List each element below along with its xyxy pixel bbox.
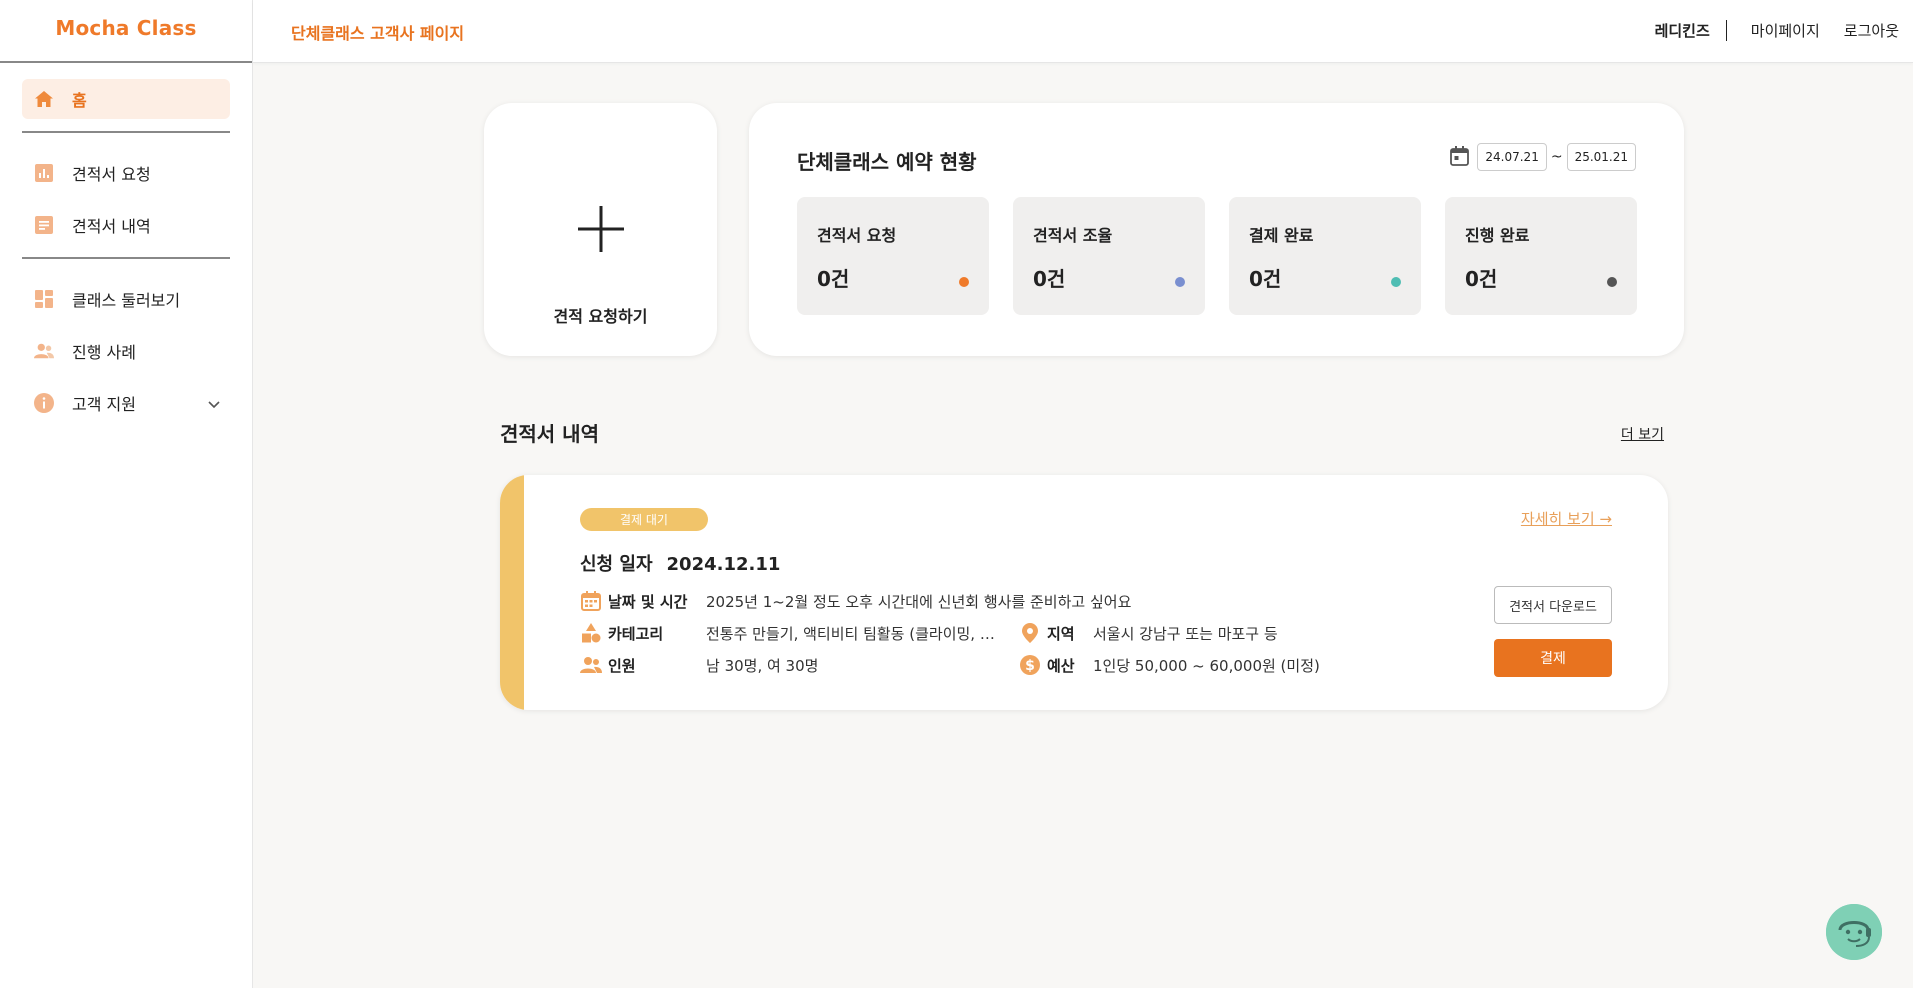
status-dot <box>1391 277 1401 287</box>
dollar-icon: $ <box>1019 654 1041 676</box>
svg-text:$: $ <box>1025 658 1035 674</box>
dashboard-icon <box>34 289 54 309</box>
quote-card: 결제 대기 자세히 보기 → 신청 일자 2024.12.11 날짜 및 시간 2… <box>500 475 1668 710</box>
date-time-value: 2025년 1~2월 정도 오후 시간대에 신년회 행사를 준비하고 싶어요 <box>706 592 1132 611</box>
category-row: 카테고리 전통주 만들기, 액티비티 팀활동 (클라이밍, 볼링 등) <box>580 622 996 644</box>
calendar-grid-icon <box>580 590 602 612</box>
stat-tiles: 견적서 요청 0건 견적서 조율 0건 결제 완료 0건 진행 완료 0건 <box>797 197 1637 315</box>
document-icon <box>34 215 54 235</box>
shapes-icon <box>580 622 602 644</box>
date-time-label: 날짜 및 시간 <box>608 592 688 611</box>
plus-icon <box>578 206 624 252</box>
budget-label: 예산 <box>1047 656 1075 675</box>
status-badge: 결제 대기 <box>580 508 708 531</box>
quote-history-title: 견적서 내역 <box>500 422 599 446</box>
stat-label: 결제 완료 <box>1249 226 1314 245</box>
logo-area: Mocha Class <box>0 0 252 63</box>
date-range: 24.07.21 ~ 25.01.21 <box>1450 143 1636 171</box>
stat-label: 견적서 조율 <box>1033 226 1113 245</box>
category-label: 카테고리 <box>608 624 664 643</box>
top-right-menu: 레디킨즈 마이페이지 로그아웃 <box>1655 20 1899 41</box>
stat-count: 0건 <box>817 267 850 291</box>
stat-tile-quote-adjust: 견적서 조율 0건 <box>1013 197 1205 315</box>
chatbot-button[interactable] <box>1826 904 1882 960</box>
location-pin-icon <box>1019 622 1041 644</box>
budget-value: 1인당 50,000 ~ 60,000원 (미정) <box>1093 656 1320 675</box>
region-label: 지역 <box>1047 624 1075 643</box>
sidebar-item-label: 견적서 내역 <box>72 217 151 236</box>
people-icon <box>34 341 54 361</box>
stat-tile-quote-request: 견적서 요청 0건 <box>797 197 989 315</box>
apply-date: 신청 일자 2024.12.11 <box>580 550 780 576</box>
detail-link[interactable]: 자세히 보기 → <box>1521 508 1612 529</box>
sidebar-item-label: 진행 사례 <box>72 343 136 362</box>
sidebar: Mocha Class 홈 견적서 요청 견적서 내역 클래스 둘러보기 진행 … <box>0 0 253 988</box>
request-quote-card[interactable]: 견적 요청하기 <box>484 103 717 356</box>
date-to-input[interactable]: 25.01.21 <box>1566 143 1636 171</box>
stat-count: 0건 <box>1465 267 1498 291</box>
bar-chart-icon <box>34 163 54 183</box>
status-dot <box>1607 277 1617 287</box>
region-row: 지역 서울시 강남구 또는 마포구 등 <box>1019 622 1278 644</box>
sidebar-item-label: 클래스 둘러보기 <box>72 291 181 310</box>
logout-link[interactable]: 로그아웃 <box>1844 20 1899 41</box>
date-time-row: 날짜 및 시간 2025년 1~2월 정도 오후 시간대에 신년회 행사를 준비… <box>580 590 1131 612</box>
date-from-input[interactable]: 24.07.21 <box>1477 143 1547 171</box>
more-link[interactable]: 더 보기 <box>1621 424 1664 444</box>
status-dot <box>959 277 969 287</box>
home-icon <box>34 89 54 109</box>
pay-button[interactable]: 결제 <box>1494 639 1612 677</box>
stat-tile-progress-done: 진행 완료 0건 <box>1445 197 1637 315</box>
status-title: 단체클래스 예약 현황 <box>797 150 977 174</box>
chatbot-icon <box>1826 904 1882 960</box>
page-title: 단체클래스 고객사 페이지 <box>291 24 465 43</box>
budget-row: $ 예산 1인당 50,000 ~ 60,000원 (미정) <box>1019 654 1320 676</box>
people-icon <box>580 654 602 676</box>
apply-date-label: 신청 일자 <box>580 554 653 575</box>
sidebar-item-browse-classes[interactable]: 클래스 둘러보기 <box>22 279 230 319</box>
top-bar: 단체클래스 고객사 페이지 레디킨즈 마이페이지 로그아웃 <box>253 0 1913 63</box>
stat-count: 0건 <box>1249 267 1282 291</box>
stat-label: 견적서 요청 <box>817 226 897 245</box>
sidebar-item-cases[interactable]: 진행 사례 <box>22 331 230 371</box>
sidebar-item-label: 고객 지원 <box>72 395 136 414</box>
stat-tile-payment-done: 결제 완료 0건 <box>1229 197 1421 315</box>
sidebar-item-quote-history[interactable]: 견적서 내역 <box>22 205 230 245</box>
sidebar-item-home[interactable]: 홈 <box>22 79 230 119</box>
status-stripe <box>500 475 524 710</box>
apply-date-value: 2024.12.11 <box>666 554 781 575</box>
region-value: 서울시 강남구 또는 마포구 등 <box>1093 624 1278 643</box>
people-label: 인원 <box>608 656 636 675</box>
logo[interactable]: Mocha Class <box>55 16 196 40</box>
sidebar-nav: 홈 견적서 요청 견적서 내역 클래스 둘러보기 진행 사례 고객 지원 <box>0 63 252 423</box>
status-dot <box>1175 277 1185 287</box>
category-value: 전통주 만들기, 액티비티 팀활동 (클라이밍, 볼링 등) <box>706 624 996 643</box>
stat-label: 진행 완료 <box>1465 226 1530 245</box>
download-quote-button[interactable]: 견적서 다운로드 <box>1494 586 1612 624</box>
info-icon <box>34 393 54 413</box>
sidebar-item-label: 홈 <box>72 91 87 110</box>
mypage-link[interactable]: 마이페이지 <box>1751 20 1820 41</box>
people-row: 인원 남 30명, 여 30명 <box>580 654 818 676</box>
reservation-status-card: 단체클래스 예약 현황 24.07.21 ~ 25.01.21 견적서 요청 0… <box>749 103 1684 356</box>
calendar-icon[interactable] <box>1450 145 1470 169</box>
sidebar-item-label: 견적서 요청 <box>72 165 151 184</box>
people-value: 남 30명, 여 30명 <box>706 656 819 675</box>
nav-divider <box>22 257 230 259</box>
chevron-down-icon[interactable] <box>208 394 220 413</box>
sidebar-item-quote-request[interactable]: 견적서 요청 <box>22 153 230 193</box>
sidebar-item-support[interactable]: 고객 지원 <box>22 383 230 423</box>
date-separator: ~ <box>1550 149 1563 165</box>
nav-divider <box>22 131 230 133</box>
stat-count: 0건 <box>1033 267 1066 291</box>
user-name: 레디킨즈 <box>1655 20 1727 41</box>
request-quote-label: 견적 요청하기 <box>553 307 648 326</box>
